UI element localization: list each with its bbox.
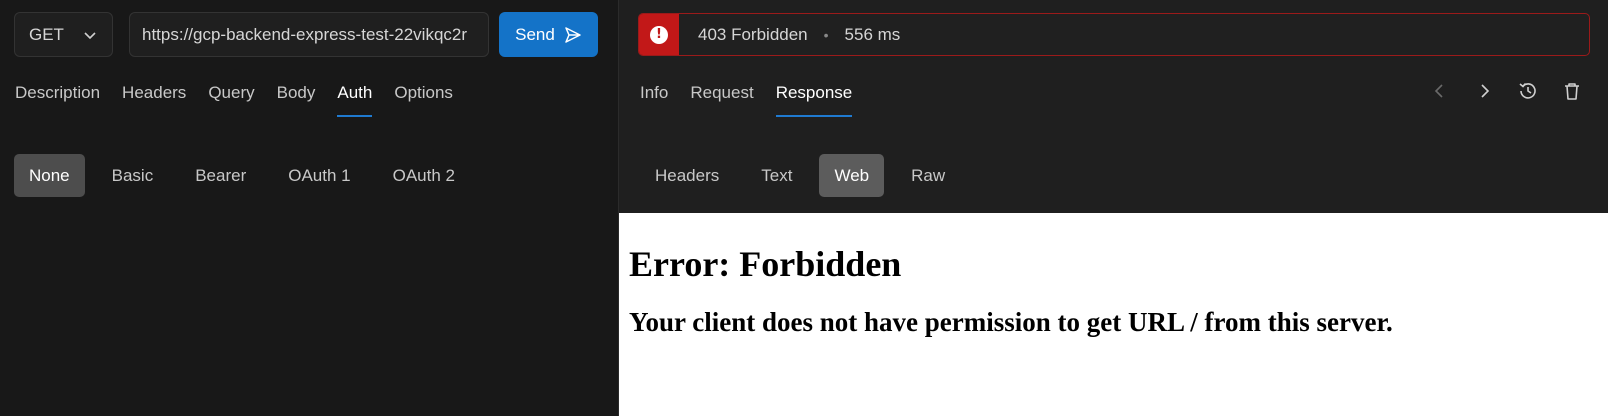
url-input[interactable]: https://gcp-backend-express-test-22vikqc… — [129, 12, 489, 57]
status-bar: ! 403 Forbidden • 556 ms — [638, 13, 1590, 56]
web-heading: Error: Forbidden — [629, 244, 902, 284]
send-button[interactable]: Send — [499, 12, 598, 57]
tab-headers[interactable]: Headers — [122, 83, 186, 117]
response-view-selector: Headers Text Web Raw — [640, 154, 972, 197]
view-web-button[interactable]: Web — [819, 154, 885, 197]
send-icon — [565, 26, 581, 43]
auth-basic-button[interactable]: Basic — [97, 154, 169, 197]
status-code: 403 Forbidden — [698, 24, 808, 44]
tab-info[interactable]: Info — [640, 83, 668, 117]
view-headers-button[interactable]: Headers — [640, 154, 734, 197]
auth-oauth1-button[interactable]: OAuth 1 — [273, 154, 365, 197]
send-label: Send — [515, 24, 555, 44]
tab-query[interactable]: Query — [208, 83, 254, 117]
auth-type-selector: None Basic Bearer OAuth 1 OAuth 2 — [14, 154, 482, 197]
web-preview: Error: Forbidden Your client does not ha… — [619, 213, 1608, 416]
web-message: Your client does not have permission to … — [629, 307, 1393, 337]
response-pane: ! 403 Forbidden • 556 ms Info Request Re… — [619, 0, 1608, 416]
tab-request[interactable]: Request — [690, 83, 753, 117]
tab-options[interactable]: Options — [394, 83, 453, 117]
view-text-button[interactable]: Text — [746, 154, 807, 197]
auth-none-button[interactable]: None — [14, 154, 85, 197]
tab-response[interactable]: Response — [775, 83, 852, 117]
response-toolbar — [1429, 80, 1583, 102]
tab-auth[interactable]: Auth — [337, 83, 372, 117]
response-time: 556 ms — [844, 24, 901, 44]
tab-description[interactable]: Description — [15, 83, 100, 117]
request-pane: GET https://gcp-backend-express-test-22v… — [0, 0, 618, 416]
view-raw-button[interactable]: Raw — [896, 154, 960, 197]
status-separator: • — [823, 26, 829, 43]
history-icon[interactable] — [1517, 80, 1539, 102]
trash-icon[interactable] — [1561, 80, 1583, 102]
response-tabs: Info Request Response — [640, 83, 874, 117]
request-tabs: Description Headers Query Body Auth Opti… — [15, 83, 475, 117]
tab-body[interactable]: Body — [277, 83, 316, 117]
chevron-down-icon — [84, 32, 96, 40]
chevron-left-icon[interactable] — [1429, 80, 1451, 102]
auth-bearer-button[interactable]: Bearer — [180, 154, 261, 197]
method-select[interactable]: GET — [14, 12, 113, 57]
chevron-right-icon[interactable] — [1473, 80, 1495, 102]
method-value: GET — [29, 24, 64, 44]
error-icon: ! — [639, 14, 679, 55]
auth-oauth2-button[interactable]: OAuth 2 — [378, 154, 470, 197]
